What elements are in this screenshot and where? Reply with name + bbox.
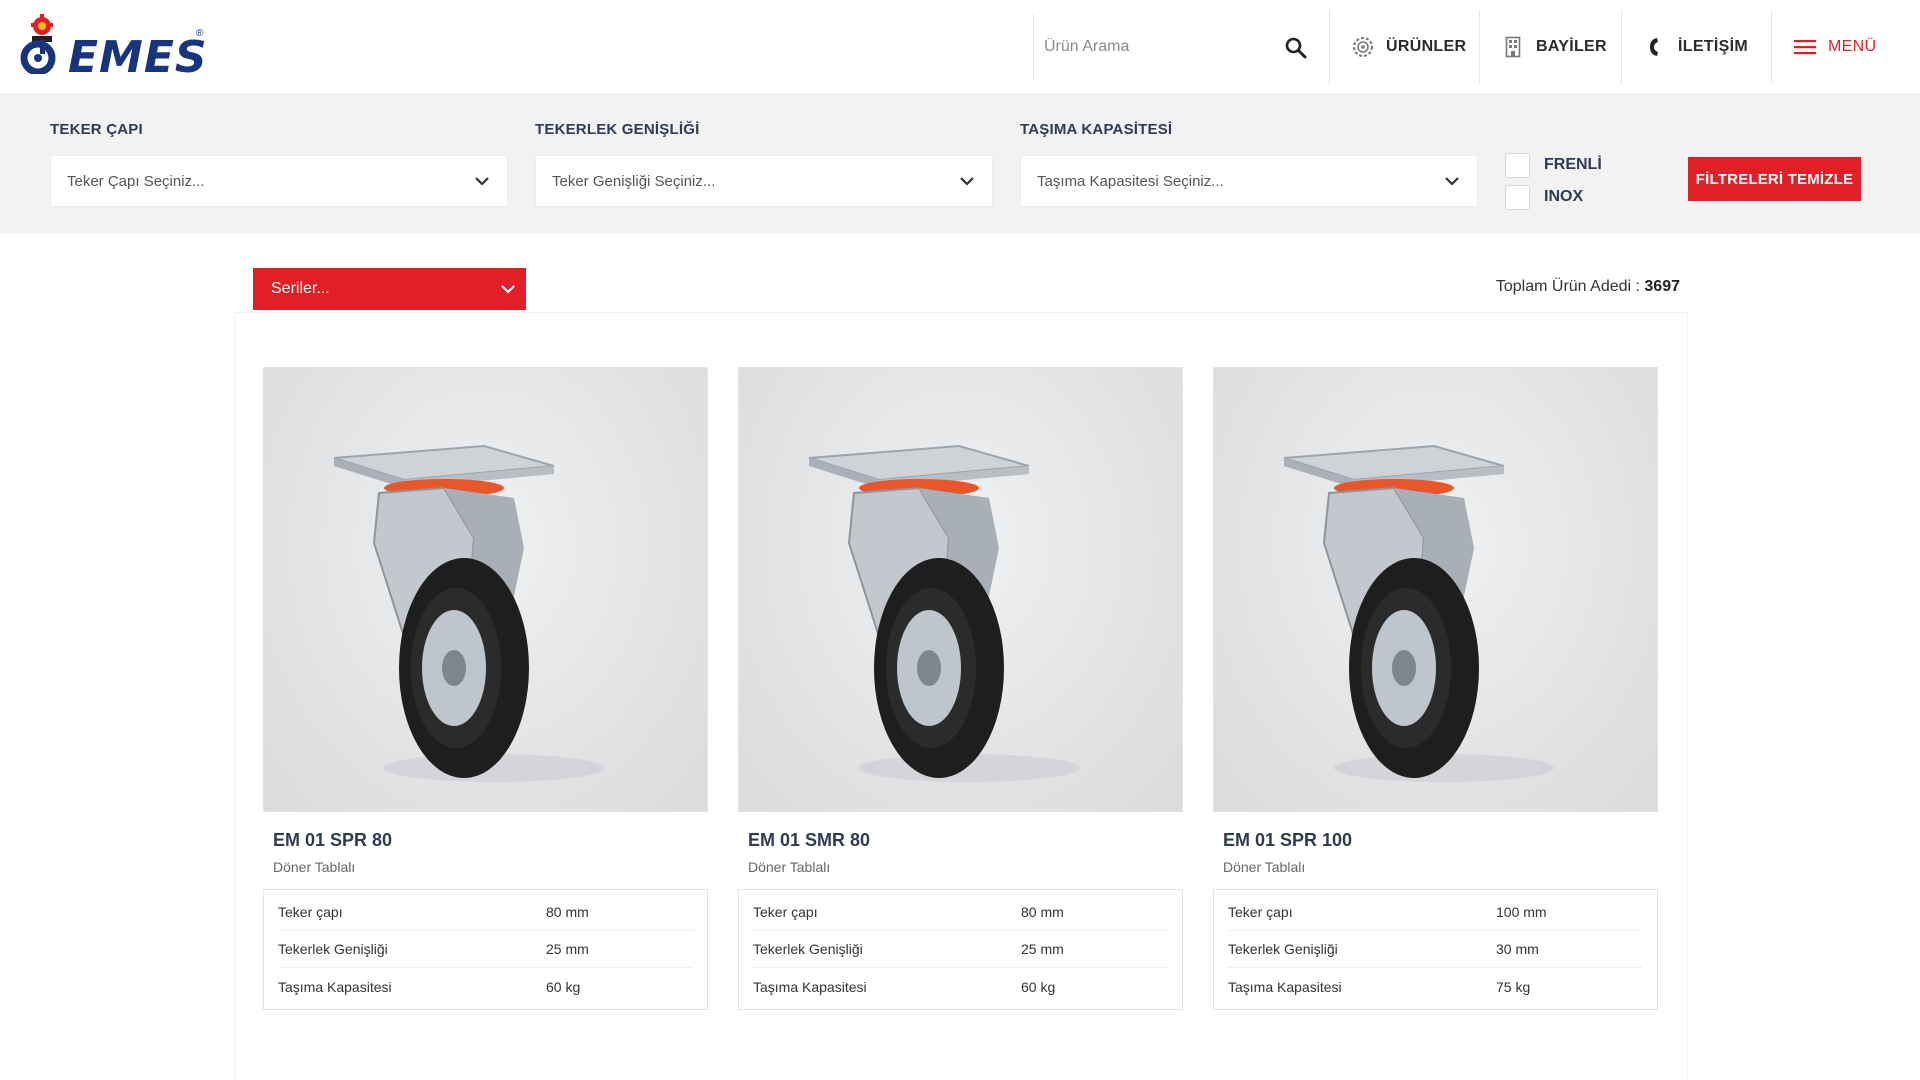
phone-icon: [1644, 36, 1666, 58]
spec-value: 60 kg: [546, 978, 581, 995]
spec-row: Taşıma Kapasitesi 60 kg: [753, 968, 1168, 1005]
spec-row: Teker çapı 80 mm: [753, 894, 1168, 931]
spec-table: Teker çapı 80 mm Tekerlek Genişliği 25 m…: [263, 889, 708, 1010]
spec-row: Teker çapı 100 mm: [1228, 894, 1643, 931]
spec-key: Tekerlek Genişliği: [753, 941, 863, 957]
product-image[interactable]: [263, 367, 708, 812]
nav-bayiler-label: BAYİLER: [1536, 38, 1607, 55]
logo-wordmark: EMES: [68, 32, 208, 83]
search-input[interactable]: [1044, 32, 1264, 62]
filter-checkboxes: FRENLİ INOX: [1505, 152, 1602, 217]
spec-row: Taşıma Kapasitesi 60 kg: [278, 968, 693, 1005]
frenli-option[interactable]: FRENLİ: [1505, 152, 1602, 178]
nav-iletisim[interactable]: İLETİŞİM: [1621, 10, 1771, 84]
spec-key: Teker çapı: [1228, 904, 1293, 920]
spec-value: 60 kg: [1021, 978, 1056, 995]
filter-tasima-kapasitesi: TAŞIMA KAPASİTESİ Taşıma Kapasitesi Seçi…: [1020, 121, 1478, 207]
spec-key: Taşıma Kapasitesi: [1228, 978, 1342, 995]
filter-bar: TEKER ÇAPI Teker Çapı Seçiniz... TEKERLE…: [0, 93, 1920, 234]
spec-row: Teker çapı 80 mm: [278, 894, 693, 931]
product-image[interactable]: [738, 367, 1183, 812]
spec-table: Teker çapı 80 mm Tekerlek Genişliği 25 m…: [738, 889, 1183, 1010]
nav-menu[interactable]: MENÜ: [1771, 10, 1920, 84]
swivel-caster-wheel-image: [333, 444, 604, 782]
swivel-caster-wheel-image: [808, 444, 1079, 782]
product-card[interactable]: EM 01 SMR 80 Döner Tablalı Teker çapı 80…: [738, 367, 1183, 1010]
filter-tekerlek-genisligi: TEKERLEK GENİŞLİĞİ Teker Genişliği Seçin…: [535, 121, 993, 207]
tekerlek-genisligi-placeholder: Teker Genişliği Seçiniz...: [552, 172, 716, 190]
frenli-label: FRENLİ: [1544, 156, 1602, 173]
emes-logo[interactable]: EMES ®: [18, 14, 208, 83]
swivel-caster-wheel-image: [1283, 444, 1554, 782]
spec-key: Tekerlek Genişliği: [1228, 941, 1338, 957]
hamburger-menu-icon: [1794, 36, 1816, 58]
registered-mark: ®: [196, 28, 204, 39]
tasima-kapasitesi-select[interactable]: Taşıma Kapasitesi Seçiniz...: [1020, 155, 1478, 207]
filter-teker-capi-label: TEKER ÇAPI: [50, 121, 143, 138]
filter-teker-capi: TEKER ÇAPI Teker Çapı Seçiniz...: [50, 121, 508, 207]
filter-tasima-kapasitesi-label: TAŞIMA KAPASİTESİ: [1020, 121, 1173, 138]
nav-bayiler[interactable]: BAYİLER: [1479, 10, 1621, 84]
product-name[interactable]: EM 01 SPR 100: [1213, 830, 1658, 851]
nav-iletisim-label: İLETİŞİM: [1678, 38, 1748, 55]
nav-menu-label: MENÜ: [1828, 38, 1877, 55]
spec-value: 25 mm: [1021, 941, 1064, 957]
spec-row: Tekerlek Genişliği 25 mm: [753, 931, 1168, 968]
product-card[interactable]: EM 01 SPR 100 Döner Tablalı Teker çapı 1…: [1213, 367, 1658, 1010]
search-icon: [1285, 37, 1307, 59]
spec-value: 80 mm: [546, 904, 589, 920]
spec-key: Taşıma Kapasitesi: [753, 978, 867, 995]
spec-value: 80 mm: [1021, 904, 1064, 920]
spec-table: Teker çapı 100 mm Tekerlek Genişliği 30 …: [1213, 889, 1658, 1010]
series-dropdown[interactable]: Seriler...: [253, 268, 526, 310]
total-product-count: Toplam Ürün Adedi : 3697: [1496, 278, 1680, 296]
building-icon: [1502, 36, 1524, 58]
spec-key: Taşıma Kapasitesi: [278, 978, 392, 995]
chevron-down-icon: [960, 177, 974, 186]
inox-checkbox[interactable]: [1505, 184, 1530, 210]
spec-key: Tekerlek Genişliği: [278, 941, 388, 957]
product-name[interactable]: EM 01 SMR 80: [738, 830, 1183, 851]
spec-row: Tekerlek Genişliği 30 mm: [1228, 931, 1643, 968]
spec-row: Tekerlek Genişliği 25 mm: [278, 931, 693, 968]
product-type: Döner Tablalı: [1223, 859, 1306, 875]
spec-key: Teker çapı: [278, 904, 343, 920]
spec-key: Teker çapı: [753, 904, 818, 920]
chevron-down-icon: [501, 285, 515, 294]
search-button[interactable]: [1280, 32, 1312, 64]
product-type: Döner Tablalı: [748, 859, 831, 875]
teker-capi-placeholder: Teker Çapı Seçiniz...: [67, 172, 205, 190]
chevron-down-icon: [475, 177, 489, 186]
chevron-down-icon: [1445, 177, 1459, 186]
spec-row: Taşıma Kapasitesi 75 kg: [1228, 968, 1643, 1005]
inox-option[interactable]: INOX: [1505, 184, 1602, 210]
total-count-label: Toplam Ürün Adedi :: [1495, 278, 1640, 295]
total-count-value: 3697: [1644, 278, 1680, 295]
product-image[interactable]: [1213, 367, 1658, 812]
spec-value: 75 kg: [1496, 978, 1531, 995]
clear-filters-button[interactable]: FİLTRELERİ TEMİZLE: [1688, 157, 1861, 201]
site-header: EMES ® ÜRÜNLER: [0, 0, 1920, 93]
nav-urunler-label: ÜRÜNLER: [1386, 38, 1467, 55]
nav-urunler[interactable]: ÜRÜNLER: [1329, 10, 1479, 84]
product-card[interactable]: EM 01 SPR 80 Döner Tablalı Teker çapı 80…: [263, 367, 708, 1010]
filter-tekerlek-genisligi-label: TEKERLEK GENİŞLİĞİ: [535, 121, 700, 138]
inox-label: INOX: [1544, 188, 1584, 205]
spec-value: 25 mm: [546, 941, 589, 957]
teker-capi-select[interactable]: Teker Çapı Seçiniz...: [50, 155, 508, 207]
series-dropdown-label: Seriler...: [271, 280, 330, 297]
spec-value: 100 mm: [1496, 904, 1547, 920]
gear-wheel-icon: [1352, 36, 1374, 58]
tekerlek-genisligi-select[interactable]: Teker Genişliği Seçiniz...: [535, 155, 993, 207]
product-type: Döner Tablalı: [273, 859, 356, 875]
search-box: [1033, 14, 1329, 80]
tasima-kapasitesi-placeholder: Taşıma Kapasitesi Seçiniz...: [1037, 172, 1224, 190]
frenli-checkbox[interactable]: [1505, 152, 1530, 178]
product-name[interactable]: EM 01 SPR 80: [263, 830, 708, 851]
spec-value: 30 mm: [1496, 941, 1539, 957]
